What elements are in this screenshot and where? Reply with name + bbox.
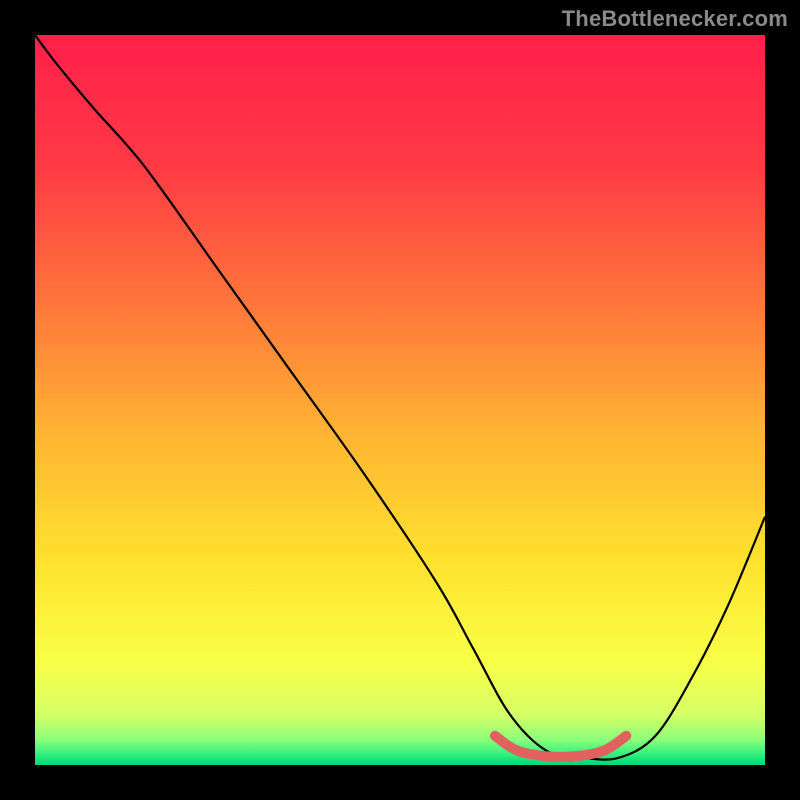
chart-frame: TheBottlenecker.com <box>0 0 800 800</box>
plot-area <box>35 35 765 765</box>
chart-svg <box>35 35 765 765</box>
gradient-background <box>35 35 765 765</box>
watermark-text: TheBottlenecker.com <box>562 6 788 32</box>
